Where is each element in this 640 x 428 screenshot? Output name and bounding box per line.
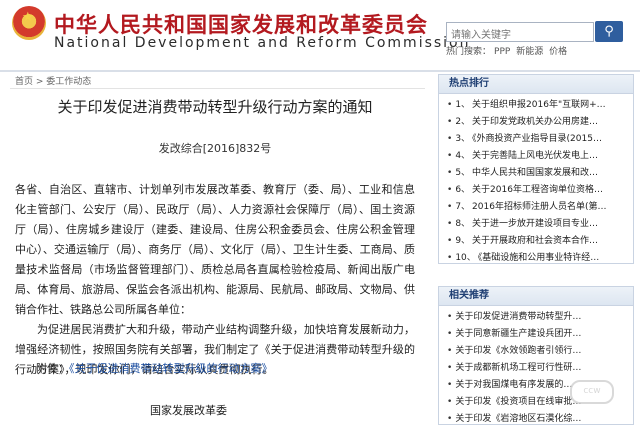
signature: 国家发展改革委 — [150, 404, 227, 417]
hot-ranking-item-label[interactable]: 关于印发党政机关办公用房建… — [472, 117, 598, 127]
hot-ranking-item-label[interactable]: 中华人民共和国国家发展和改… — [472, 168, 598, 178]
hot-ranking-item[interactable]: • 2、 关于印发党政机关办公用房建… — [447, 114, 629, 131]
related-title: 相关推荐 — [439, 287, 633, 306]
related-list: • 关于印发促进消费带动转型升… • 关于同意新疆生产建设兵团开… • 关于印发《水效… — [439, 309, 633, 428]
related-item[interactable]: • 关于印发《水效领跑者引领行… — [447, 343, 629, 360]
article-column: 首页 > 委工作动态 关于印发促进消费带动转型升级行动方案的通知 发改综合[20… — [0, 72, 430, 423]
related-item-label[interactable]: 关于对我国煤电有序发展的… — [455, 380, 572, 390]
hot-ranking-item-label[interactable]: 关于组织申报2016年"互联网+… — [472, 100, 606, 110]
hot-ranking-title: 热点排行 — [439, 75, 633, 94]
site-name-en: National Development and Reform Commissi… — [54, 35, 471, 51]
bullet-icon: • — [447, 168, 453, 178]
bullet-icon: • — [447, 329, 453, 339]
bullet-icon: • — [447, 397, 453, 407]
bullet-icon: • — [447, 346, 453, 356]
national-emblem-icon[interactable] — [12, 6, 46, 40]
recipients-paragraph: 各省、自治区、直辖市、计划单列市发展改革委、教育厅（委、局）、工业和信息化主管部… — [15, 183, 415, 316]
related-item-label[interactable]: 关于同意新疆生产建设兵团开… — [455, 329, 581, 339]
related-item-label[interactable]: 关于印发《投资项目在线审批… — [455, 397, 581, 407]
hot-search-words: 热门搜索： PPP 新能源 价格 — [446, 44, 570, 57]
hot-ranking-item[interactable]: • 4、 关于完善陆上风电光伏发电上… — [447, 148, 629, 165]
related-item-label[interactable]: 关于印发《水效领跑者引领行… — [455, 346, 581, 356]
bullet-icon: • — [447, 253, 453, 263]
hot-ranking-item-label[interactable]: 2016年招标师注册人员名单(第… — [472, 202, 606, 212]
related-item[interactable]: • 关于成都新机场工程可行性研… — [447, 360, 629, 377]
hot-ranking-item[interactable]: • 1、 关于组织申报2016年"互联网+… — [447, 97, 629, 114]
hot-word-link[interactable]: PPP — [494, 47, 510, 57]
related-item-label[interactable]: 关于成都新机场工程可行性研… — [455, 363, 581, 373]
watermark-logo: ccw — [570, 380, 614, 404]
hot-ranking-item-label[interactable]: 《外商投资产业指导目录(2015… — [472, 134, 602, 144]
breadcrumb-divider — [10, 88, 425, 89]
bullet-icon: • — [447, 202, 453, 212]
bullet-icon: • — [447, 185, 453, 195]
bullet-icon: • — [447, 100, 453, 110]
bullet-icon: • — [447, 363, 453, 373]
hot-ranking-panel: 热点排行 • 1、 关于组织申报2016年"互联网+… • 2、 关于印发党政机关办公用… — [438, 74, 634, 264]
bullet-icon: • — [447, 151, 453, 161]
hot-ranking-item[interactable]: • 10、 《基础设施和公用事业特许经… — [447, 250, 629, 267]
sidebar: 热点排行 • 1、 关于组织申报2016年"互联网+… • 2、 关于印发党政机关办公用… — [438, 72, 640, 425]
hot-ranking-item[interactable]: • 6、 关于2016年工程咨询单位资格… — [447, 182, 629, 199]
search-field[interactable] — [446, 22, 595, 44]
related-item-label[interactable]: 关于印发促进消费带动转型升… — [455, 312, 581, 322]
hot-ranking-item-label[interactable]: 关于开展政府和社会资本合作… — [472, 236, 598, 246]
hot-ranking-item[interactable]: • 9、 关于开展政府和社会资本合作… — [447, 233, 629, 250]
related-item[interactable]: • 关于同意新疆生产建设兵团开… — [447, 326, 629, 343]
related-item[interactable]: • 关于印发《岩溶地区石漠化综… — [447, 411, 629, 428]
article-body: 各省、自治区、直辖市、计划单列市发展改革委、教育厅（委、局）、工业和信息化主管部… — [15, 180, 415, 380]
search-input[interactable] — [447, 27, 595, 44]
bullet-icon: • — [447, 236, 453, 246]
article-title: 关于印发促进消费带动转型升级行动方案的通知 — [57, 98, 373, 116]
related-panel: 相关推荐 • 关于印发促进消费带动转型升… • 关于同意新疆生产建设兵团开… • 关于… — [438, 286, 634, 425]
bullet-icon: • — [447, 134, 453, 144]
document-number: 发改综合[2016]832号 — [158, 142, 272, 155]
site-header: 中华人民共和国国家发展和改革委员会 National Development a… — [0, 0, 640, 70]
hot-word-link[interactable]: 新能源 — [516, 47, 543, 57]
bullet-icon: • — [447, 312, 453, 322]
bullet-icon: • — [447, 219, 453, 229]
hot-ranking-item[interactable]: • 7、 2016年招标师注册人员名单(第… — [447, 199, 629, 216]
attachment-link[interactable]: 《关于促进消费带动转型升级的行动方案》 — [69, 362, 273, 375]
hot-ranking-item-label[interactable]: 关于完善陆上风电光伏发电上… — [472, 151, 598, 161]
search-button[interactable]: ⚲ — [595, 21, 623, 42]
related-item[interactable]: • 关于印发促进消费带动转型升… — [447, 309, 629, 326]
hot-ranking-list: • 1、 关于组织申报2016年"互联网+… • 2、 关于印发党政机关办公用房建… •… — [439, 97, 633, 267]
bullet-icon: • — [447, 380, 453, 390]
hot-ranking-item-label[interactable]: 《基础设施和公用事业特许经… — [478, 253, 600, 263]
hot-word-link[interactable]: 价格 — [549, 47, 567, 57]
breadcrumb[interactable]: 首页 > 委工作动态 — [15, 74, 91, 87]
attachment-label: 附件： — [36, 362, 69, 375]
search-icon: ⚲ — [604, 24, 614, 39]
hot-ranking-item[interactable]: • 3、 《外商投资产业指导目录(2015… — [447, 131, 629, 148]
hot-ranking-item-label[interactable]: 关于2016年工程咨询单位资格… — [472, 185, 603, 195]
bullet-icon: • — [447, 117, 453, 127]
hot-search-label: 热门搜索： — [446, 47, 492, 57]
hot-ranking-item[interactable]: • 8、 关于进一步放开建设项目专业… — [447, 216, 629, 233]
attachment-line: 附件：《关于促进消费带动转型升级的行动方案》 — [36, 360, 273, 376]
hot-ranking-item[interactable]: • 5、 中华人民共和国国家发展和改… — [447, 165, 629, 182]
hot-ranking-item-label[interactable]: 关于进一步放开建设项目专业… — [472, 219, 598, 229]
